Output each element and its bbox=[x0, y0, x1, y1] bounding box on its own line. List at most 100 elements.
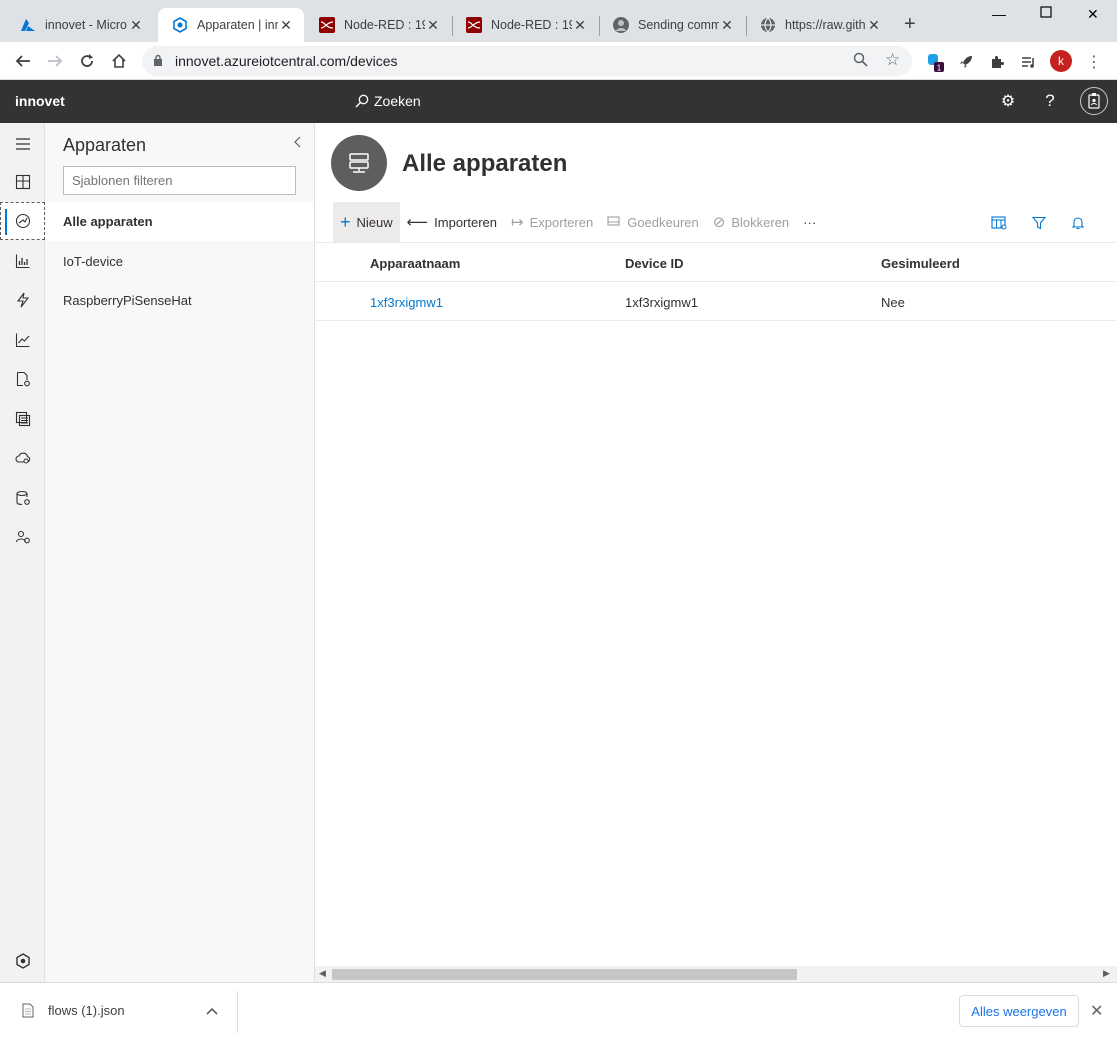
import-button[interactable]: ⟵ Importeren bbox=[400, 202, 504, 242]
dashboard-icon[interactable] bbox=[0, 163, 45, 201]
home-button[interactable] bbox=[108, 50, 130, 72]
hamburger-menu-icon[interactable] bbox=[0, 125, 45, 163]
forward-button[interactable] bbox=[44, 50, 66, 72]
node-red-icon bbox=[466, 17, 482, 33]
table-row[interactable]: 1xf3rxigmw1 1xf3rxigmw1 Nee bbox=[315, 282, 1117, 321]
new-device-button[interactable]: + Nieuw bbox=[333, 202, 400, 242]
devices-icon[interactable] bbox=[0, 202, 45, 240]
divider bbox=[237, 991, 238, 1033]
export-button[interactable]: ↦ Exporteren bbox=[504, 202, 600, 242]
browser-menu-icon[interactable]: ⋮ bbox=[1084, 52, 1104, 72]
block-icon: ⊘ bbox=[712, 214, 726, 231]
edit-columns-icon[interactable] bbox=[989, 213, 1009, 233]
reload-button[interactable] bbox=[76, 50, 98, 72]
rocket-icon[interactable] bbox=[956, 52, 976, 72]
iot-central-logo-icon[interactable] bbox=[0, 942, 45, 980]
device-name-link[interactable]: 1xf3rxigmw1 bbox=[370, 295, 443, 310]
settings-gear-icon[interactable]: ⚙ bbox=[997, 90, 1019, 112]
column-header-simulated[interactable]: Gesimuleerd bbox=[881, 256, 960, 271]
filter-icon[interactable] bbox=[1029, 213, 1049, 233]
browser-toolbar: innovet.azureiotcentral.com/devices ☆ 1 … bbox=[0, 42, 1117, 80]
maximize-button[interactable] bbox=[1040, 5, 1052, 21]
collapse-chevron-icon[interactable] bbox=[293, 135, 303, 151]
template-filter-input[interactable] bbox=[63, 166, 296, 195]
avatar-icon bbox=[613, 17, 629, 33]
help-icon[interactable]: ? bbox=[1039, 90, 1061, 112]
address-bar[interactable]: innovet.azureiotcentral.com/devices ☆ bbox=[142, 46, 912, 76]
new-tab-button[interactable]: + bbox=[904, 14, 916, 34]
scrollbar-thumb[interactable] bbox=[332, 969, 797, 980]
devices-grid: Apparaatnaam Device ID Gesimuleerd 1xf3r… bbox=[315, 242, 1117, 321]
account-avatar[interactable] bbox=[1080, 87, 1108, 115]
close-tab-icon[interactable]: ✕ bbox=[572, 17, 588, 34]
lock-icon bbox=[153, 54, 163, 70]
browser-tab[interactable]: https://raw.gith ✕ bbox=[746, 8, 892, 42]
data-export-icon[interactable] bbox=[0, 439, 45, 477]
simulated-cell: Nee bbox=[881, 295, 905, 310]
close-tab-icon[interactable]: ✕ bbox=[719, 17, 735, 34]
scroll-left-arrow-icon[interactable]: ◀ bbox=[319, 968, 326, 979]
browser-tab[interactable]: Node-RED : 192 ✕ bbox=[452, 8, 598, 42]
badge-icon bbox=[1088, 93, 1100, 109]
back-button[interactable] bbox=[12, 50, 34, 72]
horizontal-scrollbar[interactable]: ◀ ▶ bbox=[315, 966, 1117, 982]
export-arrow-icon: ↦ bbox=[511, 214, 524, 231]
node-red-icon bbox=[319, 17, 335, 33]
left-nav-rail bbox=[0, 123, 45, 982]
browser-tab[interactable]: Sending comm ✕ bbox=[599, 8, 745, 42]
command-bar: + Nieuw ⟵ Importeren ↦ Exporteren Goedke… bbox=[333, 202, 823, 242]
close-tab-icon[interactable]: ✕ bbox=[128, 17, 144, 34]
main-content: Alle apparaten + Nieuw ⟵ Importeren ↦ Ex… bbox=[315, 123, 1117, 982]
device-templates-icon[interactable] bbox=[0, 400, 45, 438]
notification-bell-icon[interactable] bbox=[1068, 213, 1088, 233]
app-name[interactable]: innovet bbox=[15, 93, 65, 109]
column-header-device-id[interactable]: Device ID bbox=[625, 256, 684, 271]
show-all-downloads-button[interactable]: Alles weergeven bbox=[959, 995, 1079, 1027]
close-tab-icon[interactable]: ✕ bbox=[425, 17, 441, 34]
download-bar: flows (1).json Alles weergeven ✕ bbox=[0, 982, 1117, 1040]
import-arrow-icon: ⟵ bbox=[406, 214, 429, 231]
browser-tab[interactable]: innovet - Micro ✕ bbox=[6, 8, 154, 42]
column-header-device-name[interactable]: Apparaatnaam bbox=[370, 256, 460, 271]
plus-icon: + bbox=[340, 211, 351, 232]
search-icon bbox=[355, 94, 369, 108]
device-groups-icon[interactable] bbox=[0, 242, 45, 280]
close-tab-icon[interactable]: ✕ bbox=[866, 17, 882, 34]
browser-tab[interactable]: Node-RED : 192 ✕ bbox=[305, 8, 451, 42]
extensions-puzzle-icon[interactable] bbox=[987, 52, 1007, 72]
chevron-up-icon[interactable] bbox=[206, 1002, 218, 1018]
url-text: innovet.azureiotcentral.com/devices bbox=[175, 53, 398, 69]
scroll-right-arrow-icon[interactable]: ▶ bbox=[1103, 968, 1110, 979]
svg-text:1: 1 bbox=[937, 64, 942, 73]
profile-avatar[interactable]: k bbox=[1050, 50, 1072, 72]
sidebar-item-raspberrypi-sensehat[interactable]: RaspberryPiSenseHat bbox=[45, 281, 314, 320]
extension-badge-icon[interactable]: 1 bbox=[925, 52, 945, 72]
browser-tab-strip: innovet - Micro ✕ Apparaten | inn ✕ Node… bbox=[0, 0, 1117, 42]
grid-header-row: Apparaatnaam Device ID Gesimuleerd bbox=[315, 242, 1117, 282]
browser-tab-active[interactable]: Apparaten | inn ✕ bbox=[158, 8, 304, 42]
devices-sidebar: Apparaten Alle apparaten IoT-device Rasp… bbox=[45, 123, 315, 982]
administration-icon[interactable] bbox=[0, 479, 45, 517]
download-item[interactable]: flows (1).json bbox=[22, 1003, 125, 1018]
sidebar-title: Apparaten bbox=[63, 135, 147, 155]
sidebar-item-iot-device[interactable]: IoT-device bbox=[45, 242, 314, 281]
sidebar-item-all-devices[interactable]: Alle apparaten bbox=[45, 202, 314, 241]
minimize-button[interactable]: — bbox=[992, 6, 1006, 22]
close-icon[interactable]: ✕ bbox=[1090, 1001, 1103, 1021]
more-commands-button[interactable]: ··· bbox=[796, 202, 823, 242]
approve-button[interactable]: Goedkeuren bbox=[600, 202, 706, 242]
jobs-icon[interactable] bbox=[0, 360, 45, 398]
bookmark-star-icon[interactable]: ☆ bbox=[885, 50, 900, 70]
search-label: Zoeken bbox=[374, 93, 421, 109]
block-button[interactable]: ⊘ Blokkeren bbox=[706, 202, 796, 242]
users-icon[interactable] bbox=[0, 518, 45, 556]
rules-icon[interactable] bbox=[0, 281, 45, 319]
azure-logo-icon bbox=[20, 17, 36, 33]
device-page-icon bbox=[331, 135, 387, 191]
search-box[interactable]: Zoeken bbox=[355, 88, 421, 114]
zoom-icon[interactable] bbox=[853, 52, 868, 71]
close-window-button[interactable]: ✕ bbox=[1087, 6, 1099, 23]
close-tab-icon[interactable]: ✕ bbox=[278, 17, 294, 34]
analytics-icon[interactable] bbox=[0, 321, 45, 359]
media-playlist-icon[interactable] bbox=[1018, 52, 1038, 72]
